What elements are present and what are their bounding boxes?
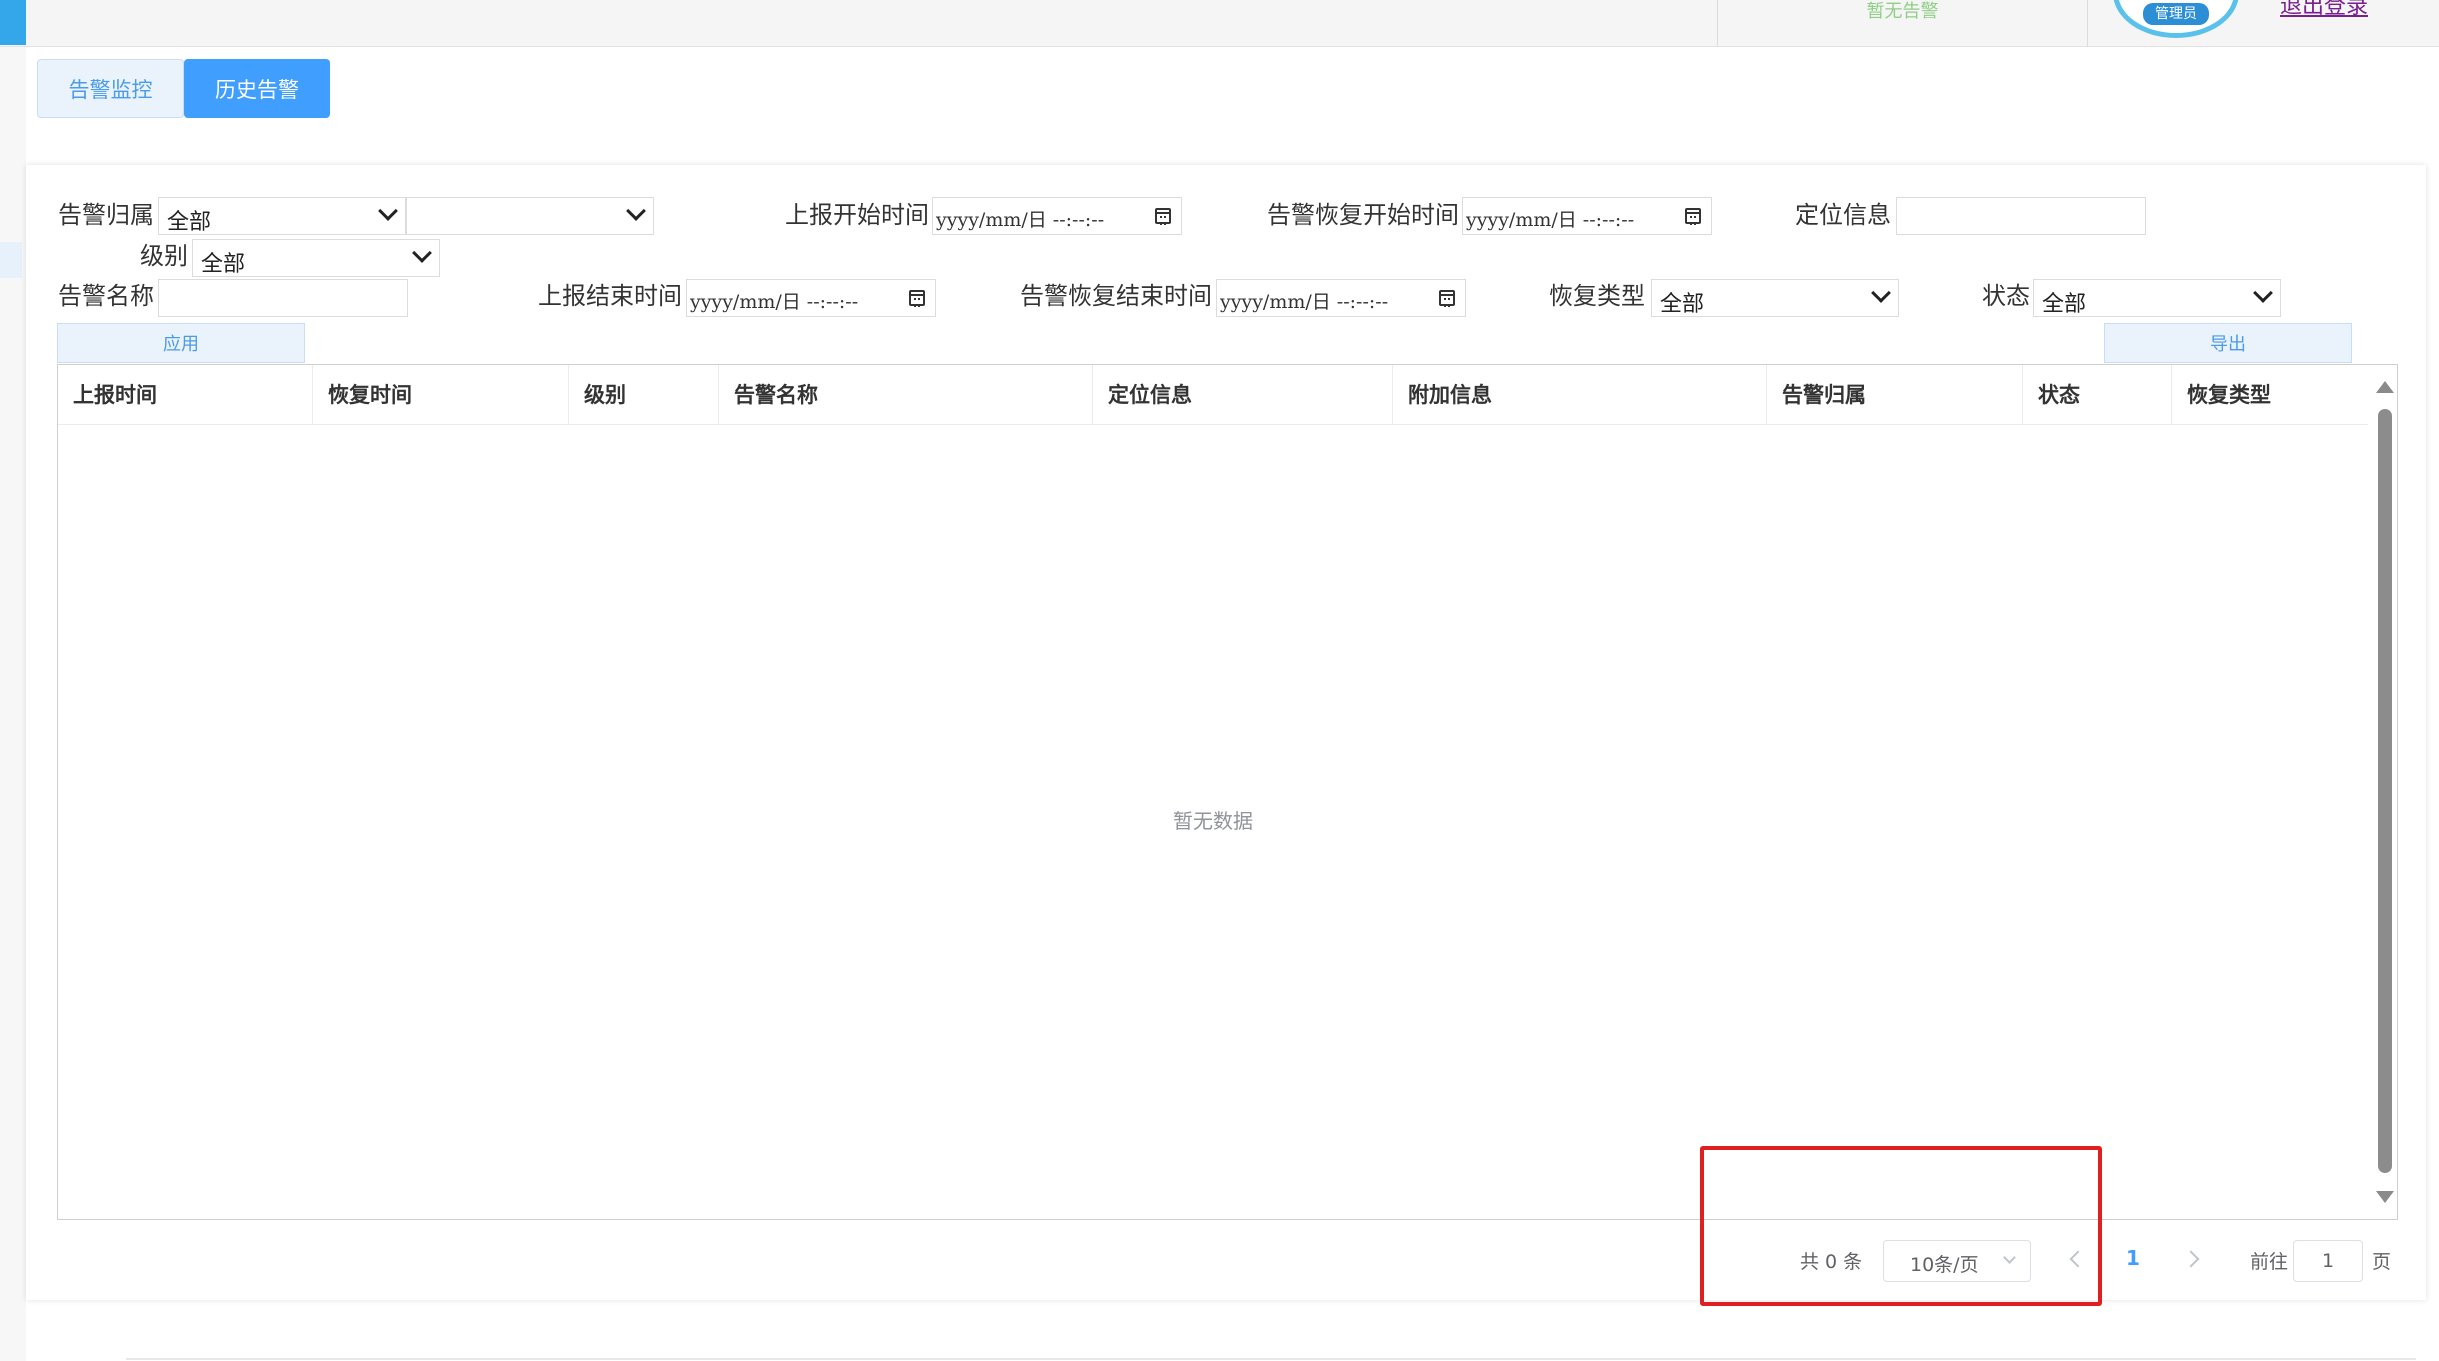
history-alarm-table: 上报时间 恢复时间 级别 告警名称 定位信息 附加信息 告警归属 状态 恢复类型… [57,364,2398,1220]
report-start-placeholder: yyyy/mm/日 --:--:-- [936,209,1105,231]
recover-end-input[interactable]: yyyy/mm/日 --:--:-- [1216,279,1466,317]
level-select[interactable]: 全部 [192,239,440,277]
calendar-icon[interactable] [1685,208,1701,225]
header-divider [2087,0,2088,47]
column-header-recover-time[interactable]: 恢复时间 [313,365,569,425]
chevron-down-icon [1871,283,1891,303]
column-header-report-time[interactable]: 上报时间 [58,365,313,425]
column-header-alarm-name[interactable]: 告警名称 [719,365,1093,425]
status-select[interactable]: 全部 [2033,279,2281,317]
sidebar-edge [0,47,26,1361]
column-header-extra-info[interactable]: 附加信息 [1393,365,1767,425]
scroll-down-arrow-icon[interactable] [2376,1191,2394,1203]
header-divider [1717,0,1718,47]
column-header-alarm-owner[interactable]: 告警归属 [1767,365,2023,425]
status-label: 状态 [1982,282,2030,310]
vertical-scrollbar[interactable] [2371,365,2397,1219]
empty-data-text: 暂无数据 [1173,809,1253,833]
recovery-type-label: 恢复类型 [1549,282,1645,310]
recover-start-input[interactable]: yyyy/mm/日 --:--:-- [1462,197,1712,235]
alarm-status-text: 暂无告警 [1866,1,1939,22]
alarm-name-label: 告警名称 [58,282,154,310]
recover-end-label: 告警恢复结束时间 [1020,282,1212,310]
chevron-down-icon [2253,283,2273,303]
user-avatar[interactable]: 管理员 [2113,0,2239,38]
alarm-owner-select[interactable]: 全部 [158,197,406,235]
scroll-up-arrow-icon[interactable] [2376,381,2394,393]
alarm-name-input[interactable] [158,279,408,317]
report-start-input[interactable]: yyyy/mm/日 --:--:-- [932,197,1182,235]
page-suffix-label: 页 [2372,1251,2392,1273]
recovery-type-select[interactable]: 全部 [1651,279,1899,317]
alarm-owner-label: 告警归属 [58,201,154,229]
chevron-down-icon [626,201,646,221]
goto-page-input[interactable]: 1 [2293,1240,2363,1282]
tab-alarm-monitor[interactable]: 告警监控 [37,59,184,118]
user-role-badge: 管理员 [2143,3,2209,25]
sidebar-active-mark [0,242,22,278]
location-input[interactable] [1896,197,2146,235]
highlight-annotation-box [1700,1146,2102,1306]
apply-button[interactable]: 应用 [57,323,305,363]
alarm-owner-value: 全部 [167,210,212,235]
recover-start-placeholder: yyyy/mm/日 --:--:-- [1466,209,1635,231]
column-header-status[interactable]: 状态 [2023,365,2172,425]
recovery-type-value: 全部 [1660,292,1705,317]
tab-alarm-history[interactable]: 历史告警 [184,59,330,118]
column-header-location[interactable]: 定位信息 [1093,365,1393,425]
logo-accent [0,0,26,45]
calendar-icon[interactable] [1155,208,1171,225]
location-label: 定位信息 [1795,201,1891,229]
footer-divider [126,1358,2416,1360]
table-header: 上报时间 恢复时间 级别 告警名称 定位信息 附加信息 告警归属 状态 恢复类型 [58,365,2368,425]
report-start-label: 上报开始时间 [785,201,929,229]
page-number-current[interactable]: 1 [2126,1246,2140,1270]
report-end-placeholder: yyyy/mm/日 --:--:-- [690,291,859,313]
export-button[interactable]: 导出 [2104,323,2352,363]
calendar-icon[interactable] [1439,290,1455,307]
alarm-owner-sub-select[interactable] [406,197,654,235]
logout-link[interactable]: 退出登录 [2280,0,2368,20]
report-end-input[interactable]: yyyy/mm/日 --:--:-- [686,279,936,317]
scrollbar-thumb[interactable] [2378,409,2392,1173]
recover-end-placeholder: yyyy/mm/日 --:--:-- [1220,291,1389,313]
level-value: 全部 [201,252,246,277]
level-label: 级别 [140,242,188,270]
chevron-down-icon [378,201,398,221]
calendar-icon[interactable] [909,290,925,307]
next-page-button[interactable] [2185,1248,2199,1270]
status-value: 全部 [2042,292,2087,317]
top-header: 暂无告警 管理员 退出登录 [0,0,2439,47]
column-header-level[interactable]: 级别 [569,365,719,425]
chevron-down-icon [412,243,432,263]
recover-start-label: 告警恢复开始时间 [1267,201,1459,229]
goto-label: 前往 [2250,1251,2289,1273]
report-end-label: 上报结束时间 [538,282,682,310]
column-header-recovery-type[interactable]: 恢复类型 [2172,365,2368,425]
